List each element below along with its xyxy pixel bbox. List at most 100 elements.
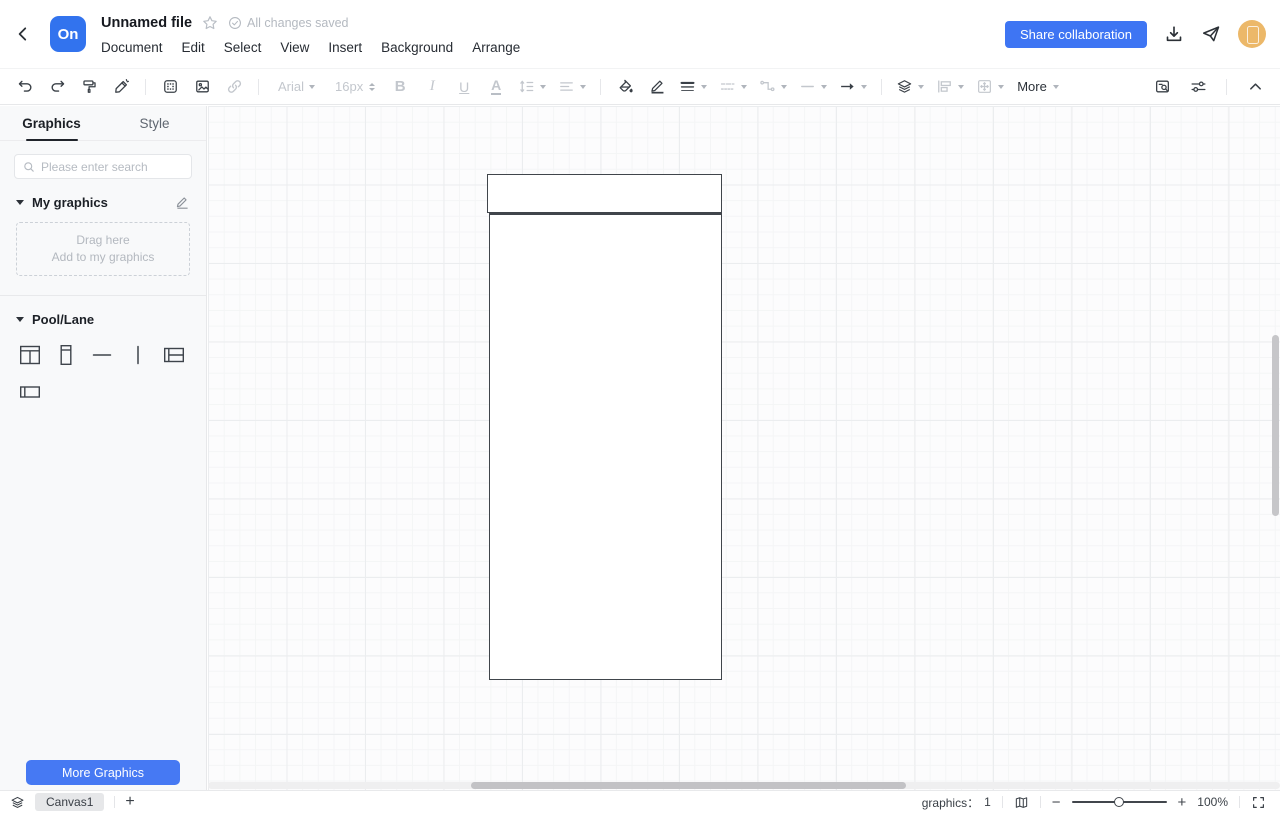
- link-icon[interactable]: [221, 74, 247, 100]
- file-title[interactable]: Unnamed file: [101, 15, 192, 31]
- chevron-down-icon: [540, 85, 546, 89]
- top-header: On Unnamed file All changes saved Docume…: [0, 0, 1280, 68]
- status-bar: Canvas1 + graphics： 1 − + 100%: [0, 790, 1280, 813]
- zoom-slider[interactable]: [1072, 796, 1167, 808]
- shape-search: [14, 154, 192, 179]
- shape-horizontal-line[interactable]: [88, 341, 115, 368]
- italic-button[interactable]: I: [419, 74, 445, 100]
- find-replace-button[interactable]: [1149, 74, 1175, 100]
- menu-edit[interactable]: Edit: [182, 40, 205, 55]
- shape-horizontal-pool-two-lanes[interactable]: [160, 341, 187, 368]
- graphics-count-value: 1: [984, 795, 991, 809]
- sidebar-tabs: Graphics Style: [0, 106, 206, 141]
- pool-lane-shapes: [0, 327, 206, 405]
- collapse-toolbar-button[interactable]: [1242, 74, 1268, 100]
- app-logo[interactable]: On: [50, 16, 86, 52]
- zoom-in-button[interactable]: +: [1178, 795, 1187, 810]
- fullscreen-icon[interactable]: [1251, 795, 1266, 810]
- menu-select[interactable]: Select: [224, 40, 262, 55]
- pool-shape-body[interactable]: [489, 213, 722, 680]
- preferences-sliders-button[interactable]: [1185, 74, 1211, 100]
- shape-horizontal-pool[interactable]: [16, 378, 43, 405]
- toolbar-separator: [881, 79, 882, 95]
- title-row: Unnamed file All changes saved: [101, 13, 349, 33]
- menu-arrange[interactable]: Arrange: [472, 40, 520, 55]
- font-family-select[interactable]: Arial: [270, 74, 323, 100]
- shape-vertical-pool[interactable]: [52, 341, 79, 368]
- layer-order-button[interactable]: [893, 74, 927, 100]
- add-canvas-button[interactable]: +: [125, 794, 134, 810]
- download-icon[interactable]: [1164, 24, 1184, 44]
- redo-button[interactable]: [44, 74, 70, 100]
- canvas-tab[interactable]: Canvas1: [35, 793, 104, 811]
- footer-separator: [1002, 796, 1003, 808]
- more-graphics-button[interactable]: More Graphics: [26, 760, 180, 785]
- minimap-icon[interactable]: [1014, 795, 1029, 810]
- menu-document[interactable]: Document: [101, 40, 163, 55]
- line-style-button[interactable]: [716, 74, 750, 100]
- footer-separator: [1239, 796, 1240, 808]
- vertical-scrollbar-thumb[interactable]: [1272, 335, 1279, 516]
- pool-lane-header[interactable]: Pool/Lane: [16, 312, 190, 327]
- toolbar-separator: [1226, 79, 1227, 95]
- star-icon[interactable]: [202, 15, 218, 31]
- canvas-tabs-area: Canvas1 +: [0, 793, 135, 811]
- connector-type-button[interactable]: [756, 74, 790, 100]
- main-menu: Document Edit Select View Insert Backgro…: [101, 40, 520, 55]
- zoom-level[interactable]: 100%: [1197, 795, 1228, 809]
- magic-pen-icon[interactable]: [108, 74, 134, 100]
- arrow-style-button[interactable]: [836, 74, 870, 100]
- menu-background[interactable]: Background: [381, 40, 453, 55]
- share-collaboration-button[interactable]: Share collaboration: [1005, 21, 1147, 48]
- bold-button[interactable]: B: [387, 74, 413, 100]
- horizontal-scrollbar-thumb[interactable]: [471, 782, 906, 789]
- footer-separator: [1040, 796, 1041, 808]
- tab-graphics[interactable]: Graphics: [0, 106, 103, 140]
- chevron-down-icon: [580, 85, 586, 89]
- back-icon[interactable]: [14, 25, 32, 43]
- font-size-input[interactable]: 16px: [329, 74, 381, 100]
- menu-view[interactable]: View: [280, 40, 309, 55]
- zoom-slider-handle[interactable]: [1114, 797, 1124, 807]
- line-height-button[interactable]: [515, 74, 549, 100]
- layers-icon[interactable]: [10, 795, 25, 810]
- menu-insert[interactable]: Insert: [328, 40, 362, 55]
- avatar[interactable]: [1238, 20, 1266, 48]
- send-icon[interactable]: [1201, 24, 1221, 44]
- shape-vertical-pool-two-lanes[interactable]: [16, 341, 43, 368]
- more-button[interactable]: More: [1013, 79, 1063, 94]
- line-cap-button[interactable]: [796, 74, 830, 100]
- font-color-button[interactable]: A: [483, 74, 509, 100]
- insert-image-icon[interactable]: [189, 74, 215, 100]
- format-painter-icon[interactable]: [76, 74, 102, 100]
- graphics-sidebar: Graphics Style My graphics Drag here Add…: [0, 106, 207, 790]
- toolbar-separator: [258, 79, 259, 95]
- format-toolbar: Arial 16px B I U A: [0, 68, 1280, 105]
- line-width-button[interactable]: [676, 74, 710, 100]
- my-graphics-header[interactable]: My graphics: [16, 195, 190, 210]
- edit-pencil-icon[interactable]: [175, 195, 190, 210]
- theme-style-icon[interactable]: [157, 74, 183, 100]
- toolbar-separator: [145, 79, 146, 95]
- chevron-down-icon: [309, 85, 315, 89]
- collapse-caret-icon: [16, 317, 24, 322]
- underline-button[interactable]: U: [451, 74, 477, 100]
- text-align-button[interactable]: [555, 74, 589, 100]
- undo-button[interactable]: [12, 74, 38, 100]
- chevron-down-icon: [781, 85, 787, 89]
- zoom-out-button[interactable]: −: [1052, 795, 1061, 810]
- chevron-down-icon: [918, 85, 924, 89]
- fill-color-button[interactable]: [612, 74, 638, 100]
- font-size-stepper[interactable]: [369, 83, 375, 91]
- diagram-canvas[interactable]: [208, 106, 1280, 790]
- line-color-button[interactable]: [644, 74, 670, 100]
- shape-vertical-line[interactable]: [124, 341, 151, 368]
- toolbar-right-group: [1149, 74, 1268, 100]
- align-objects-button[interactable]: [933, 74, 967, 100]
- my-graphics-dropzone[interactable]: Drag here Add to my graphics: [16, 222, 190, 276]
- pool-shape-title-band[interactable]: [487, 174, 722, 213]
- search-input[interactable]: [41, 160, 183, 174]
- footer-separator: [114, 796, 115, 808]
- auto-size-button[interactable]: [973, 74, 1007, 100]
- tab-style[interactable]: Style: [103, 106, 206, 140]
